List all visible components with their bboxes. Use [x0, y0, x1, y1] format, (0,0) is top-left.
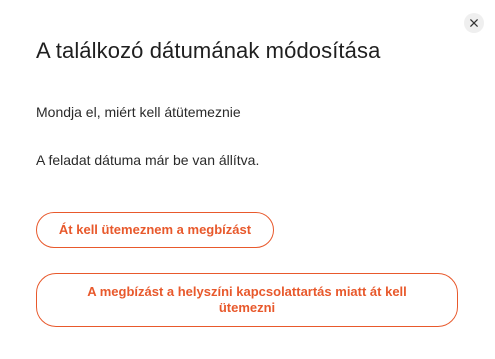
info-text: A feladat dátuma már be van állítva. [36, 152, 260, 168]
reschedule-dialog: A találkozó dátumának módosítása Mondja … [0, 0, 495, 359]
dialog-title: A találkozó dátumának módosítása [36, 38, 381, 63]
option-onsite-contact-button[interactable]: A megbízást a helyszíni kapcsolattartás … [36, 273, 458, 327]
option-reschedule-assignment-button[interactable]: Át kell ütemeznem a megbízást [36, 212, 274, 248]
close-icon [470, 19, 478, 27]
reason-prompt: Mondja el, miért kell átütemeznie [36, 104, 241, 120]
close-button[interactable] [464, 13, 484, 33]
